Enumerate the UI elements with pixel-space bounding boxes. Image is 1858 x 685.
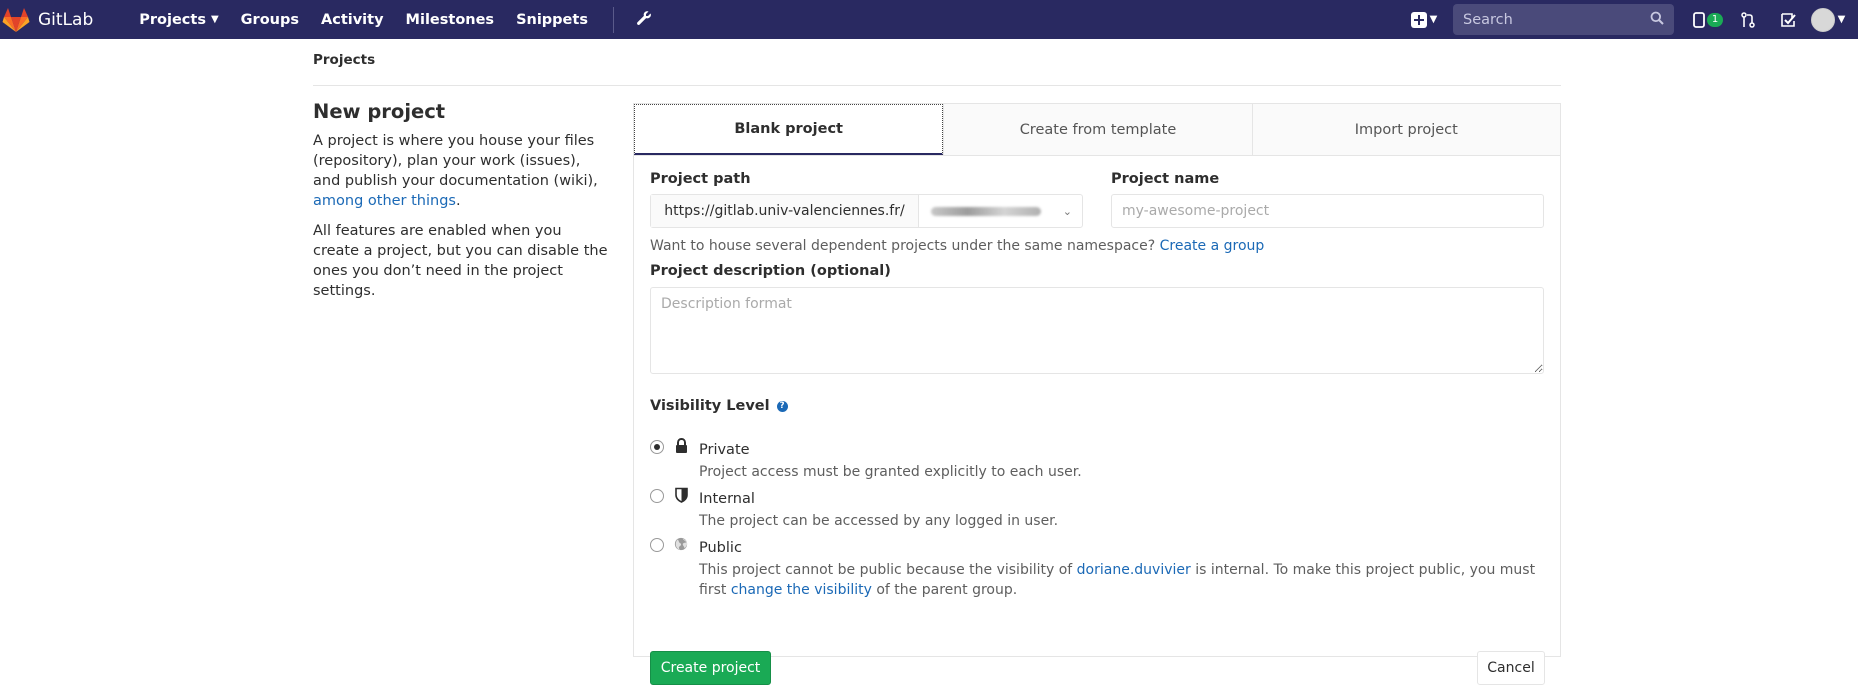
public-description: This project cannot be public because th… <box>699 560 1544 600</box>
visibility-label-text: Visibility Level <box>650 398 770 414</box>
nav-projects-label: Projects <box>139 11 206 28</box>
tab-import-project[interactable]: Import project <box>1251 104 1560 155</box>
plus-icon <box>1410 11 1427 28</box>
namespace-select[interactable]: ⌄ <box>919 195 1082 227</box>
brand[interactable]: GitLab <box>0 0 93 39</box>
public-desc-text-3: of the parent group. <box>871 582 1018 598</box>
nav-milestones[interactable]: Milestones <box>395 0 506 39</box>
nav-activity[interactable]: Activity <box>310 0 395 39</box>
page-title: New project <box>313 100 446 123</box>
main-nav: Projects ▼ Groups Activity Milestones Sn… <box>128 0 660 39</box>
change-visibility-link[interactable]: change the visibility <box>731 582 872 598</box>
chevron-down-icon: ▼ <box>1429 14 1438 25</box>
todo-icon <box>1781 12 1796 27</box>
visibility-option-private: Private Project access must be granted e… <box>650 437 1544 480</box>
search-icon <box>1650 11 1664 29</box>
visibility-option-public: Public This project cannot be public bec… <box>650 535 1544 598</box>
chevron-down-icon: ⌄ <box>1062 204 1072 218</box>
visibility-option-internal: Internal The project can be accessed by … <box>650 486 1544 529</box>
create-group-link[interactable]: Create a group <box>1160 238 1265 254</box>
globe-icon <box>674 536 688 552</box>
public-desc-text: This project cannot be public because th… <box>699 562 1077 578</box>
public-title: Public <box>699 540 742 556</box>
project-name-input[interactable] <box>1111 194 1544 228</box>
tab-blank-project[interactable]: Blank project <box>634 104 944 155</box>
cancel-button[interactable]: Cancel <box>1477 651 1545 685</box>
search-input[interactable] <box>1463 11 1633 28</box>
tab-create-from-template[interactable]: Create from template <box>943 104 1252 155</box>
project-name-label: Project name <box>1111 171 1220 187</box>
nav-snippets[interactable]: Snippets <box>505 0 599 39</box>
nav-right: ▼ 1 ▼ <box>1405 0 1848 39</box>
intro-text: A project is where you house your files … <box>313 133 598 189</box>
private-description: Project access must be granted explicitl… <box>699 464 1082 480</box>
new-project-panel: Blank project Create from template Impor… <box>633 103 1561 685</box>
user-menu-button[interactable]: ▼ <box>1808 0 1848 39</box>
new-dropdown-button[interactable]: ▼ <box>1405 0 1443 39</box>
issues-count-badge: 1 <box>1706 12 1724 27</box>
help-icon[interactable]: ? <box>776 400 788 412</box>
chevron-down-icon: ▼ <box>210 14 219 25</box>
private-radio[interactable] <box>650 440 664 454</box>
avatar <box>1810 7 1835 32</box>
issues-icon <box>1692 11 1705 28</box>
todos-button[interactable] <box>1768 0 1808 39</box>
project-description-input[interactable] <box>650 287 1544 374</box>
merge-requests-button[interactable] <box>1728 0 1768 39</box>
brand-name: GitLab <box>38 9 94 30</box>
visibility-level-label: Visibility Level ? <box>650 398 788 414</box>
internal-description: The project can be accessed by any logge… <box>699 513 1059 529</box>
namespace-hint: Want to house several dependent projects… <box>650 238 1264 254</box>
search-box <box>1453 4 1674 35</box>
project-tabs: Blank project Create from template Impor… <box>634 104 1560 156</box>
top-navbar: GitLab Projects ▼ Groups Activity Milest… <box>0 0 1858 39</box>
intro-paragraph: A project is where you house your files … <box>313 131 608 211</box>
merge-request-icon <box>1741 11 1755 28</box>
nav-groups[interactable]: Groups <box>230 0 310 39</box>
namespace-value-redacted <box>931 206 1041 216</box>
private-title: Private <box>699 442 750 458</box>
divider <box>313 85 1561 86</box>
parent-group-link[interactable]: doriane.duvivier <box>1077 562 1191 578</box>
nav-projects[interactable]: Projects ▼ <box>128 0 229 39</box>
project-description-label: Project description (optional) <box>650 263 891 279</box>
hint-text: Want to house several dependent projects… <box>650 238 1160 254</box>
nav-divider <box>612 6 614 33</box>
chevron-down-icon: ▼ <box>1837 14 1846 25</box>
project-path-group: https://gitlab.univ-valenciennes.fr/ ⌄ <box>650 194 1083 228</box>
shield-icon <box>674 487 688 503</box>
project-path-label: Project path <box>650 171 751 187</box>
intro-column: New project A project is where you house… <box>313 100 608 311</box>
wrench-icon[interactable] <box>628 10 660 30</box>
breadcrumb[interactable]: Projects <box>313 52 375 68</box>
path-prefix: https://gitlab.univ-valenciennes.fr/ <box>651 195 919 227</box>
intro-paragraph-2: All features are enabled when you create… <box>313 223 608 299</box>
intro-text-end: . <box>455 193 461 209</box>
among-other-things-link[interactable]: among other things <box>313 193 456 209</box>
internal-title: Internal <box>699 491 755 507</box>
issues-button[interactable]: 1 <box>1688 0 1728 39</box>
lock-icon <box>674 438 688 454</box>
public-radio[interactable] <box>650 538 664 552</box>
create-project-button[interactable]: Create project <box>650 651 771 685</box>
internal-radio[interactable] <box>650 489 664 503</box>
gitlab-logo-icon <box>2 7 30 32</box>
